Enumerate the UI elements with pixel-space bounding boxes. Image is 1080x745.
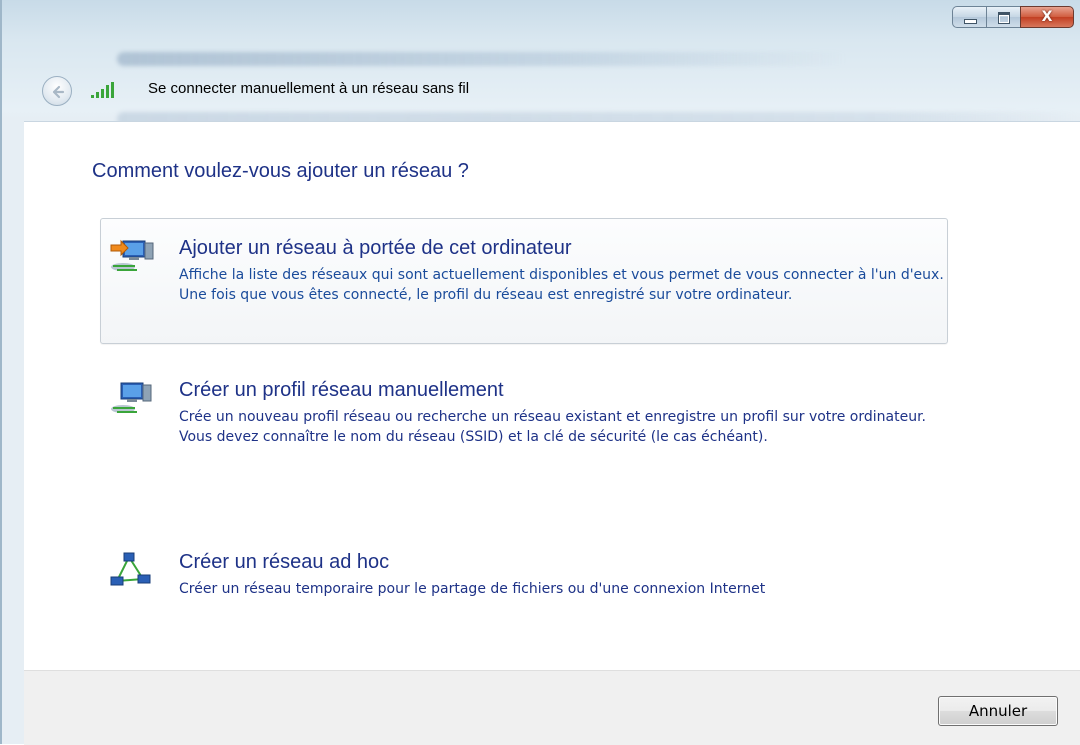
option-title: Créer un réseau ad hoc: [179, 551, 390, 573]
close-icon: X: [1041, 9, 1053, 25]
window-controls: X: [952, 6, 1074, 28]
glass-background-blur: [117, 52, 847, 66]
footer-bar: Annuler: [24, 670, 1080, 745]
option-title: Créer un profil réseau manuellement: [179, 379, 504, 401]
option-title: Ajouter un réseau à portée de cet ordina…: [179, 237, 572, 259]
content-area: Comment voulez-vous ajouter un réseau ? …: [24, 121, 1080, 670]
window-title: Se connecter manuellement à un réseau sa…: [148, 80, 470, 97]
option-description: Créer un réseau temporaire pour le parta…: [179, 581, 766, 597]
option-description: Affiche la liste des réseaux qui sont ac…: [179, 267, 944, 303]
maximize-icon: [998, 12, 1010, 24]
network-arrow-icon: [110, 239, 154, 271]
option-create-profile-manually[interactable]: Créer un profil réseau manuellement Crée…: [100, 360, 948, 486]
adhoc-network-icon: [110, 552, 151, 586]
network-computer-icon: [111, 382, 152, 413]
page-heading: Comment voulez-vous ajouter un réseau ?: [92, 160, 469, 182]
option-create-adhoc-network[interactable]: Créer un réseau ad hoc Créer un réseau t…: [100, 532, 948, 612]
back-arrow-icon: [52, 85, 65, 99]
close-button[interactable]: X: [1020, 6, 1074, 28]
cancel-button[interactable]: Annuler: [938, 696, 1058, 726]
maximize-button[interactable]: [986, 6, 1020, 28]
wizard-window: X Se connecter manuellement à un réseau …: [0, 0, 1080, 745]
minimize-button[interactable]: [952, 6, 986, 28]
option-description: Crée un nouveau profil réseau ou recherc…: [179, 409, 926, 445]
minimize-icon: [964, 19, 977, 24]
option-add-network-in-range[interactable]: Ajouter un réseau à portée de cet ordina…: [100, 218, 948, 344]
wireless-signal-icon: [91, 82, 114, 98]
back-button[interactable]: [42, 76, 72, 106]
